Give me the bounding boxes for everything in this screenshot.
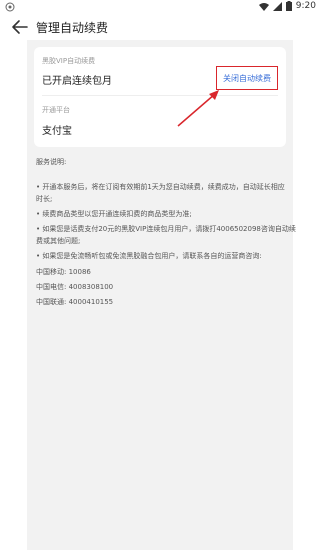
- note-item-1: • 开通本服务后，将在订阅有效期前1天为您自动续费，续费成功，自动延长相应: [36, 183, 285, 191]
- annotation-arrow-icon: [177, 90, 219, 127]
- note-item-3: • 如果您是话费支付20元的黑胶VIP连续包月用户，请拨打4006502098咨…: [36, 225, 296, 233]
- status-bar: 9:20: [0, 0, 320, 14]
- carrier-row: 中国移动: 10086: [36, 268, 91, 276]
- carrier-name: 中国联通: [36, 298, 64, 306]
- platform-value: 支付宝: [42, 126, 72, 137]
- carrier-name: 中国电信: [36, 283, 64, 291]
- status-time: 9:20: [295, 1, 316, 11]
- note-item-2: • 续费商品类型以您开通连续扣费的商品类型为准;: [36, 210, 192, 218]
- page-title: 管理自动续费: [36, 21, 109, 35]
- note-item-3-cont: 费或其他问题;: [36, 237, 81, 245]
- app-notification-icon: [5, 2, 15, 12]
- card-divider: [42, 95, 278, 96]
- platform-label: 开通平台: [42, 106, 70, 114]
- service-status: 已开启连续包月: [42, 76, 112, 87]
- battery-icon: [285, 1, 292, 11]
- carrier-row: 中国联通: 4000410155: [36, 298, 114, 306]
- carrier-number: 4008308100: [68, 283, 114, 291]
- note-item-4: • 如果您是免流畅听包或免流黑胶融合包用户，请联系各自的运营商咨询:: [36, 252, 262, 260]
- app-header: 管理自动续费: [0, 14, 320, 40]
- subscription-card: 黑胶VIP自动续费 已开启连续包月 开通平台 支付宝: [34, 47, 286, 147]
- carrier-number: 10086: [68, 268, 91, 276]
- back-arrow-icon[interactable]: [10, 18, 30, 36]
- close-auto-renew-label: 关闭自动续费: [223, 73, 271, 83]
- notes-title: 服务说明:: [36, 158, 67, 166]
- close-auto-renew-button[interactable]: 关闭自动续费: [216, 66, 278, 90]
- signal-icon: [272, 1, 282, 11]
- note-item-1-cont: 时长;: [36, 195, 53, 203]
- service-label: 黑胶VIP自动续费: [42, 57, 96, 65]
- carrier-row: 中国电信: 4008308100: [36, 283, 114, 291]
- carrier-name: 中国移动: [36, 268, 64, 276]
- wifi-icon: [258, 2, 269, 11]
- carrier-number: 4000410155: [68, 298, 114, 306]
